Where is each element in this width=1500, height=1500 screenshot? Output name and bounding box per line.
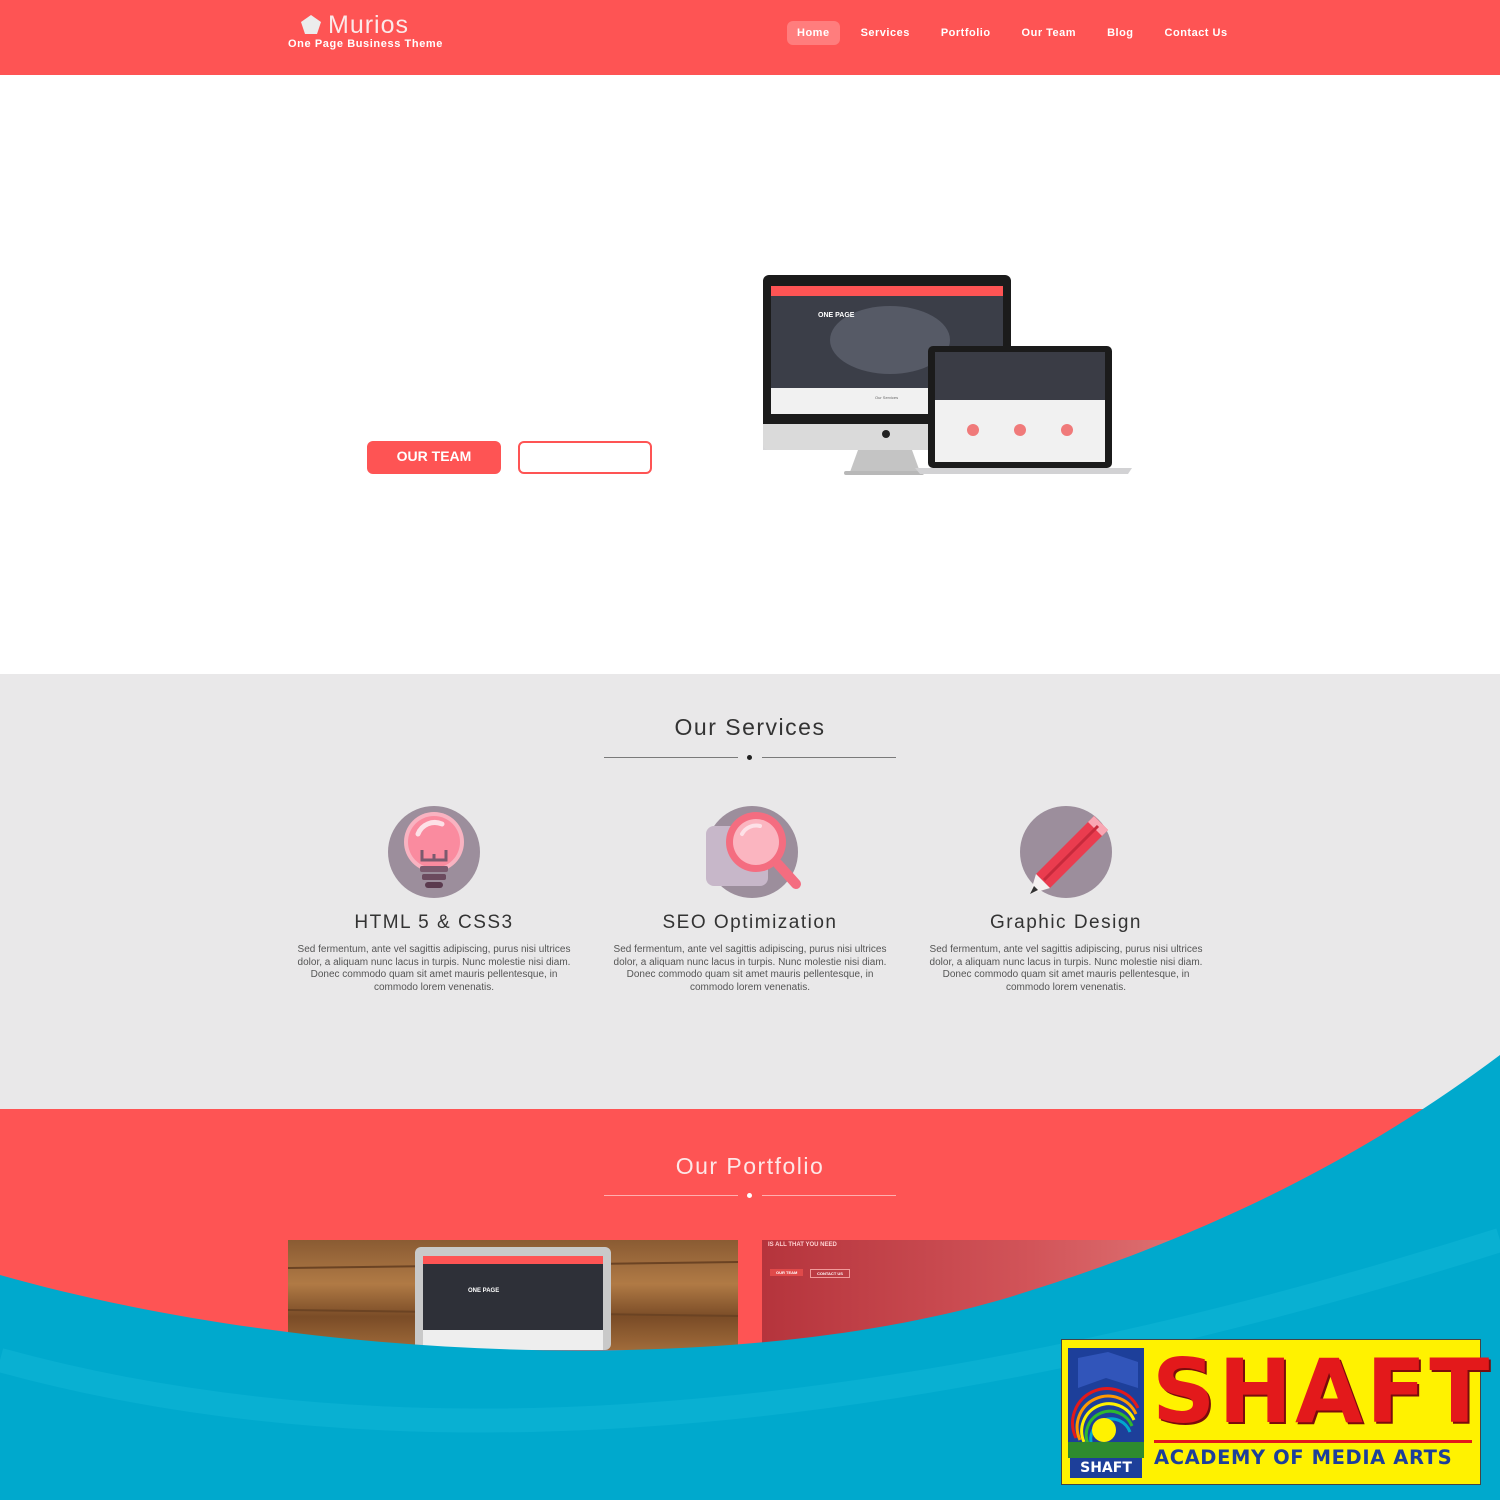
thumb2-caption: IS ALL THAT YOU NEED <box>768 1242 837 1248</box>
site-logo[interactable]: Murios One Page Business Theme <box>288 12 443 50</box>
nav-blog[interactable]: Blog <box>1097 21 1143 45</box>
logo-name: Murios <box>328 11 410 39</box>
portfolio-divider <box>604 1191 896 1201</box>
service-card-design: Graphic Design Sed fermentum, ante vel s… <box>921 804 1211 994</box>
nav-home[interactable]: Home <box>787 21 840 45</box>
mockup-services-label: Our Services <box>875 395 898 400</box>
site-header: Murios One Page Business Theme Home Serv… <box>0 0 1500 75</box>
service-title: SEO Optimization <box>662 912 838 933</box>
nav-portfolio[interactable]: Portfolio <box>931 21 1001 45</box>
services-section: Our Services HTML 5 & CSS3 Sed fermentum… <box>0 674 1500 1109</box>
portfolio-title: Our Portfolio <box>675 1153 825 1179</box>
service-card-html: HTML 5 & CSS3 Sed fermentum, ante vel sa… <box>289 804 579 994</box>
services-title: Our Services <box>674 714 826 740</box>
portfolio-item-1[interactable]: ONE PAGE <box>288 1240 738 1350</box>
service-text: Sed fermentum, ante vel sagittis adipisc… <box>613 944 887 993</box>
services-divider <box>604 753 896 763</box>
pentagon-icon <box>301 15 321 34</box>
thumb2-button-2: CONTACT US <box>810 1269 850 1278</box>
portfolio-item-2[interactable]: IS ALL THAT YOU NEED OUR TEAM CONTACT US <box>762 1240 1212 1350</box>
thumb2-button-1: OUR TEAM <box>770 1269 804 1276</box>
our-team-button[interactable]: OUR TEAM <box>367 441 501 474</box>
badge-subtitle: ACADEMY OF MEDIA ARTS <box>1154 1446 1453 1469</box>
nav-our-team[interactable]: Our Team <box>1012 21 1087 45</box>
academy-emblem-icon <box>1068 1348 1144 1458</box>
logo-tagline: One Page Business Theme <box>288 38 444 50</box>
device-mockup-image: ONE PAGE Our Services <box>763 275 1132 475</box>
badge-title: SHAFT <box>1152 1340 1493 1443</box>
mockup-heading: ONE PAGE <box>818 312 855 319</box>
thumb1-caption: ONE PAGE <box>468 1288 500 1294</box>
lightbulb-icon <box>388 806 480 898</box>
laptop-on-desk-image <box>288 1247 738 1350</box>
pencil-icon <box>1020 806 1112 898</box>
nav-services[interactable]: Services <box>851 21 920 45</box>
badge-divider <box>1154 1440 1472 1443</box>
academy-badge: SHAFT SHAFT ACADEMY OF MEDIA ARTS <box>1061 1339 1489 1485</box>
service-title: HTML 5 & CSS3 <box>354 912 514 933</box>
badge-small-label: SHAFT <box>1070 1458 1142 1478</box>
main-nav: Home Services Portfolio Our Team Blog Co… <box>787 21 1238 45</box>
service-text: Sed fermentum, ante vel sagittis adipisc… <box>929 944 1203 993</box>
magnifier-icon <box>706 806 801 898</box>
service-card-seo: SEO Optimization Sed fermentum, ante vel… <box>605 804 895 994</box>
nav-contact-us[interactable]: Contact Us <box>1155 21 1238 45</box>
outline-button[interactable] <box>518 441 652 474</box>
service-text: Sed fermentum, ante vel sagittis adipisc… <box>297 944 571 993</box>
service-title: Graphic Design <box>990 912 1142 933</box>
